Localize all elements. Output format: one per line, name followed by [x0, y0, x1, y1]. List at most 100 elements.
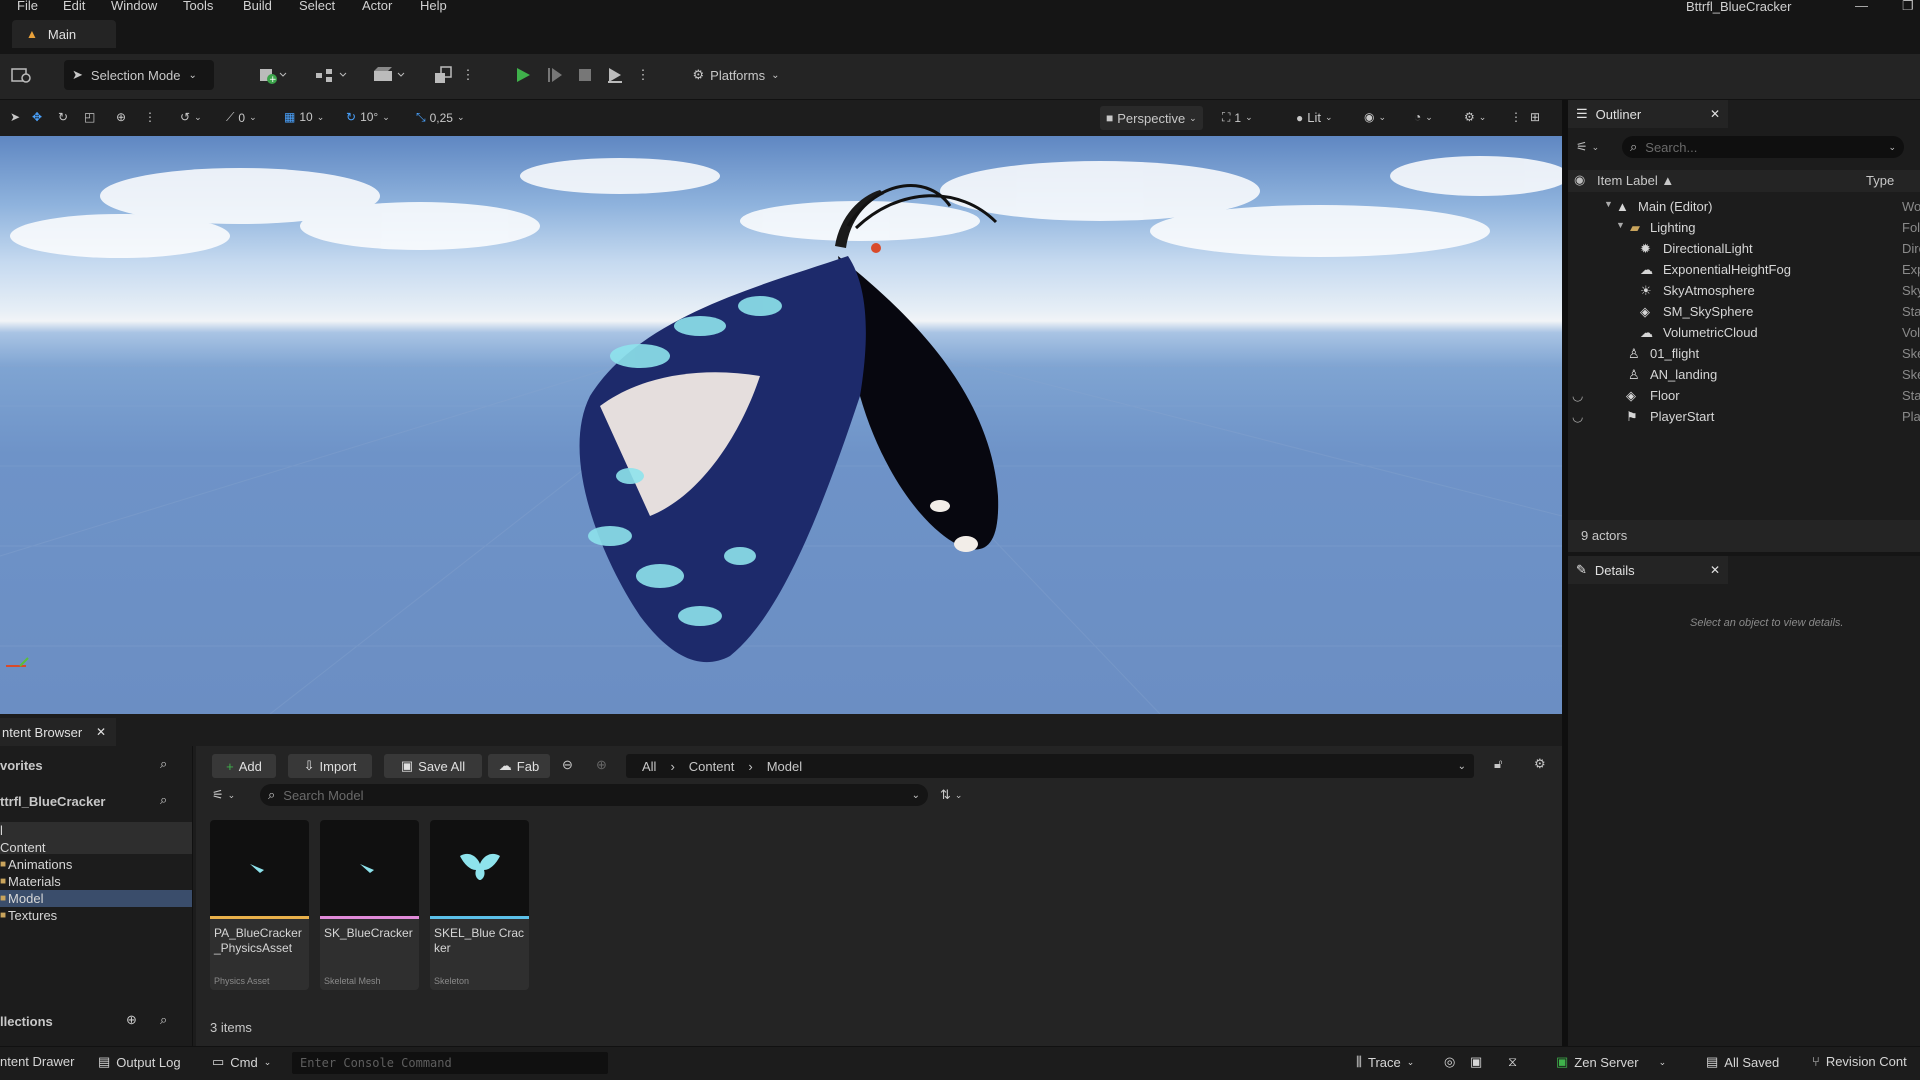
level-viewport[interactable]: [0, 136, 1562, 714]
content-browser-tab[interactable]: ntent Browser ✕: [0, 718, 116, 746]
tree-item-content[interactable]: Content: [0, 839, 46, 856]
column-item-label[interactable]: Item Label ▲: [1597, 173, 1674, 188]
asset-filter-dropdown[interactable]: ⚟ ⌄: [212, 784, 246, 806]
surface-snap-dropdown[interactable]: ↺ ⌄: [180, 110, 202, 124]
minimize-icon[interactable]: —: [1855, 0, 1868, 13]
breadcrumb-model[interactable]: Model: [767, 759, 802, 774]
menu-help[interactable]: Help: [420, 0, 447, 13]
outliner-row[interactable]: ☀ SkyAtmosphere SkyAtm: [1568, 280, 1920, 301]
rotate-snap-dropdown[interactable]: ⟋ 0 ⌄: [226, 110, 257, 125]
derived-data-icon[interactable]: ⧖: [1508, 1054, 1517, 1070]
content-drawer-button[interactable]: ntent Drawer: [0, 1054, 74, 1069]
eject-icon[interactable]: [600, 62, 630, 88]
menu-actor[interactable]: Actor: [362, 0, 392, 13]
column-type[interactable]: Type: [1866, 173, 1894, 188]
all-saved-button[interactable]: ▤ All Saved: [1706, 1054, 1779, 1070]
outliner-row[interactable]: ◡ ◈ Floor StaticMe: [1568, 385, 1920, 406]
world-space-icon[interactable]: ⊕: [116, 110, 126, 124]
selection-mode-dropdown[interactable]: ➤ Selection Mode ⌄: [64, 60, 214, 90]
platforms-dropdown[interactable]: ⚙ Platforms ⌄: [684, 62, 788, 88]
search-icon[interactable]: ⌕: [160, 1012, 167, 1028]
tree-item-model[interactable]: ■ Model: [0, 890, 192, 907]
save-level-icon[interactable]: [8, 64, 34, 86]
asset-search-input[interactable]: ⌕ Search Model ⌄: [260, 784, 928, 806]
toolbar-more-icon[interactable]: ⋮: [462, 62, 475, 88]
details-tab[interactable]: ✎ Details ✕: [1568, 556, 1728, 584]
outliner-search-input[interactable]: ⌕ Search... ⌄: [1622, 136, 1904, 158]
grid-snap-dropdown[interactable]: ▦ 10 ⌄: [284, 110, 324, 124]
add-actor-icon[interactable]: +: [254, 62, 292, 88]
forward-icon[interactable]: ⊕: [596, 757, 607, 773]
back-icon[interactable]: ⊖: [562, 757, 573, 773]
outliner-row[interactable]: ✹ DirectionalLight Directio: [1568, 238, 1920, 259]
breadcrumb-all[interactable]: All: [642, 759, 656, 774]
menu-select[interactable]: Select: [299, 0, 335, 13]
outliner-row[interactable]: ◈ SM_SkySphere StaticMe: [1568, 301, 1920, 322]
rotate-tool-icon[interactable]: ↻: [58, 110, 68, 124]
trace-dropdown[interactable]: ⫼ Trace ⌄: [1356, 1054, 1414, 1070]
outliner-row[interactable]: ♙ 01_flight Skeletal: [1568, 343, 1920, 364]
cmd-dropdown[interactable]: ▭ Cmd ⌄: [212, 1054, 271, 1070]
project-header[interactable]: ttrfl_BlueCracker: [0, 794, 106, 809]
outliner-row[interactable]: ☁ VolumetricCloud Volumet: [1568, 322, 1920, 343]
outliner-row[interactable]: ▼▰LightingFolder: [1568, 217, 1920, 238]
console-input[interactable]: Enter Console Command: [292, 1052, 608, 1074]
hidden-eye-icon[interactable]: ◡: [1572, 388, 1583, 404]
asset-tile[interactable]: PA_BlueCracker _PhysicsAsset Physics Ass…: [210, 820, 309, 990]
menu-window[interactable]: Window: [111, 0, 157, 13]
translate-tool-icon[interactable]: ✥: [32, 110, 42, 124]
sort-dropdown[interactable]: ⇅ ⌄: [940, 784, 974, 806]
outliner-tab[interactable]: ☰ Outliner ✕: [1568, 100, 1728, 128]
stop-icon[interactable]: [570, 62, 600, 88]
transform-more-icon[interactable]: ⋮: [144, 110, 156, 124]
save-all-button[interactable]: ▣ Save All: [384, 754, 482, 778]
tree-item-materials[interactable]: ■ Materials: [0, 873, 61, 890]
close-icon[interactable]: ✕: [1710, 107, 1720, 121]
outliner-row[interactable]: ◡ ⚑ PlayerStart PlayerSt: [1568, 406, 1920, 427]
asset-tile[interactable]: SK_BlueCracker Skeletal Mesh: [320, 820, 419, 990]
lock-icon[interactable]: 🔓︎: [1494, 756, 1502, 772]
record-icon[interactable]: ◎: [1444, 1054, 1455, 1070]
menu-build[interactable]: Build: [243, 0, 272, 13]
tree-item[interactable]: l: [0, 822, 3, 839]
select-tool-icon[interactable]: ➤: [10, 110, 20, 124]
gear-icon[interactable]: ⚙: [1534, 756, 1546, 772]
revision-control-button[interactable]: ⑂ Revision Cont: [1812, 1054, 1907, 1069]
blueprint-icon[interactable]: [312, 62, 350, 88]
menu-tools[interactable]: Tools: [183, 0, 213, 13]
menu-edit[interactable]: Edit: [63, 0, 85, 13]
outliner-row[interactable]: ♙ AN_landing Skeletal: [1568, 364, 1920, 385]
close-icon[interactable]: ✕: [96, 725, 106, 739]
add-collection-icon[interactable]: ⊕: [126, 1012, 137, 1028]
panel-splitter[interactable]: [1562, 100, 1568, 1046]
advance-frame-icon[interactable]: [540, 62, 570, 88]
perspective-dropdown[interactable]: ■ Perspective ⌄: [1100, 106, 1203, 130]
show-flags-dropdown[interactable]: ◉ ⌄: [1364, 110, 1386, 124]
menu-file[interactable]: File: [17, 0, 38, 13]
modes-icon[interactable]: [430, 62, 456, 88]
close-icon[interactable]: ✕: [1710, 563, 1720, 577]
fab-button[interactable]: ☁ Fab: [488, 754, 550, 778]
asset-tile[interactable]: SKEL_Blue Cracker Skeleton: [430, 820, 529, 990]
favorites-header[interactable]: vorites: [0, 758, 43, 773]
outliner-filter-dropdown[interactable]: ⚟ ⌄: [1576, 136, 1599, 158]
viewport-more-icon[interactable]: ⋮: [1510, 110, 1522, 124]
search-icon[interactable]: ⌕: [160, 756, 167, 772]
breadcrumb-content[interactable]: Content: [689, 759, 735, 774]
import-button[interactable]: ⇩ Import: [288, 754, 372, 778]
zen-server-dropdown[interactable]: ▣ Zen Server ⌄: [1556, 1054, 1666, 1070]
outliner-row[interactable]: ☁ ExponentialHeightFog Exponen: [1568, 259, 1920, 280]
hidden-eye-icon[interactable]: ◡: [1572, 409, 1583, 425]
chevron-down-icon[interactable]: ⌄: [1458, 761, 1466, 772]
tree-item-textures[interactable]: ■ Textures: [0, 907, 57, 924]
maximize-icon[interactable]: ❐: [1902, 0, 1914, 14]
output-log-button[interactable]: ▤ Output Log: [98, 1054, 181, 1070]
play-icon[interactable]: [508, 62, 538, 88]
performance-dropdown[interactable]: ◔ ⌄: [1414, 110, 1433, 124]
screenshot-icon[interactable]: ▣: [1470, 1054, 1482, 1070]
tab-main[interactable]: ▲ Main: [12, 20, 116, 48]
collections-header[interactable]: llections: [0, 1014, 53, 1029]
view-mode-dropdown[interactable]: ● Lit ⌄: [1296, 110, 1333, 125]
angle-snap-dropdown[interactable]: ↻ 10° ⌄: [346, 110, 390, 124]
tree-item-animations[interactable]: ■ Animations: [0, 856, 72, 873]
